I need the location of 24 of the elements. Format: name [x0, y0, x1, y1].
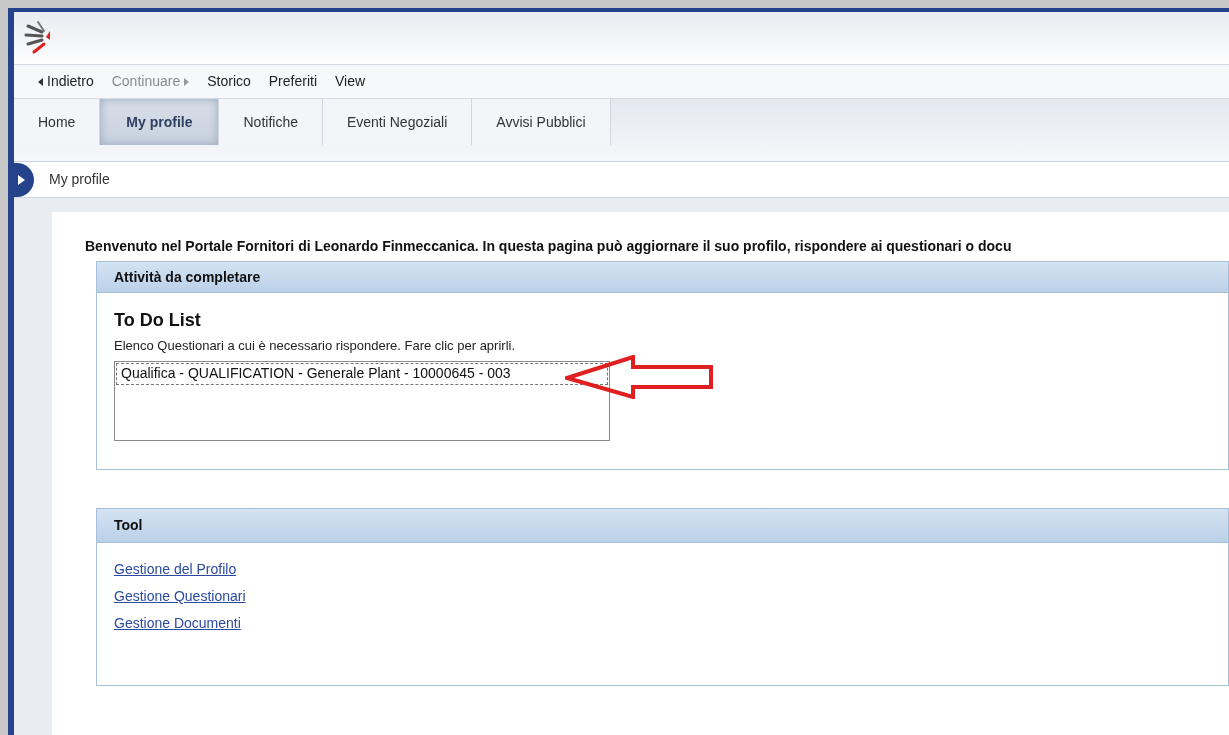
- tool-link[interactable]: Gestione Questionari: [114, 586, 246, 607]
- right-caret-icon: [17, 174, 25, 185]
- nav-link[interactable]: Preferiti: [268, 71, 317, 92]
- tool-link[interactable]: Gestione del Profilo: [114, 559, 237, 580]
- tab[interactable]: Notifiche: [219, 99, 323, 145]
- tab[interactable]: My profile: [100, 99, 220, 145]
- tool-link[interactable]: Gestione Documenti: [114, 613, 241, 634]
- breadcrumb: My profile: [49, 170, 110, 189]
- list-heading: To Do List: [114, 309, 202, 332]
- panel-title: Tool: [114, 516, 143, 535]
- tab[interactable]: Home: [14, 99, 101, 145]
- nav-link[interactable]: View: [335, 71, 366, 92]
- list-item[interactable]: Qualifica - QUALIFICATION - Generale Plant - 10000645 - 003: [116, 362, 608, 385]
- nav-link[interactable]: Storico: [207, 71, 251, 92]
- panel-title: Attività da completare: [114, 267, 261, 287]
- expand-button[interactable]: [14, 162, 34, 197]
- right-caret-icon: [184, 77, 190, 86]
- nav-link[interactable]: Indietro: [38, 71, 94, 92]
- tab[interactable]: Eventi Negoziali: [322, 99, 473, 145]
- tab[interactable]: Avvisi Pubblici: [472, 99, 611, 145]
- welcome-text: Benvenuto nel Portale Fornitori di Leonardo Finmeccanica. In questa pagina può aggiornare il suo profilo, rispondere ai questionari o docu: [85, 237, 1013, 256]
- left-caret-icon: [38, 77, 43, 86]
- description: Elenco Questionari a cui è necessario rispondere. Fare clic per aprirli.: [114, 337, 517, 355]
- arrow-icon: [565, 355, 715, 399]
